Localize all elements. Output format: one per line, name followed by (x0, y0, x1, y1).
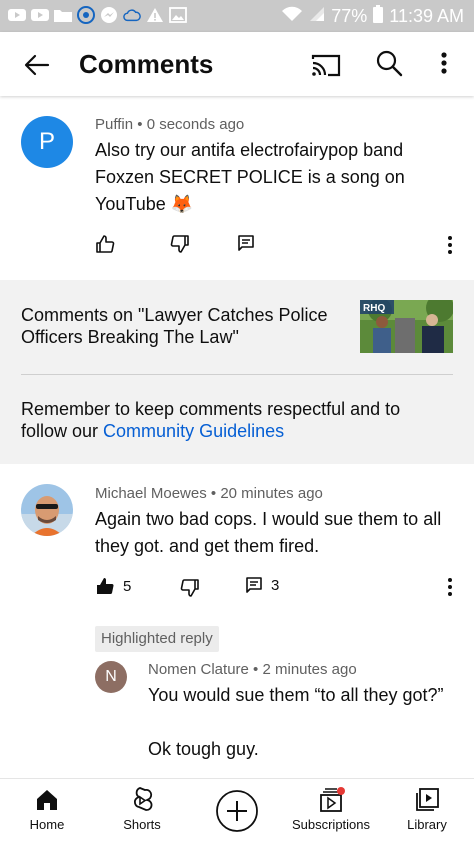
comment-item: Michael Moewes • 20 minutes ago Again tw… (0, 464, 474, 624)
image-notification-icon (169, 6, 187, 24)
avatar[interactable]: P (21, 116, 73, 168)
divider (21, 374, 453, 375)
shorts-icon (134, 787, 153, 811)
comment-actions: 5 3 (0, 574, 474, 602)
page-title: Comments (79, 49, 214, 79)
thumbs-up-filled-icon (97, 578, 114, 595)
like-button[interactable] (95, 234, 115, 254)
reply-text-line2: Ok tough guy. (148, 739, 259, 759)
like-button[interactable]: 5 (95, 576, 131, 596)
comment-more-icon[interactable] (440, 234, 460, 256)
comment-time: 20 minutes ago (220, 485, 323, 502)
thumbs-down-icon (170, 235, 189, 253)
avatar[interactable] (21, 484, 73, 536)
status-bar: 77% 11:39 AM (0, 0, 474, 32)
nav-label: Library (407, 817, 447, 832)
video-info-section: Comments on "Lawyer Catches Police Offic… (0, 280, 474, 464)
comment-author[interactable]: Michael Moewes (95, 485, 207, 502)
comment-item: P Puffin • 0 seconds ago Also try our an… (0, 96, 474, 280)
cast-icon[interactable] (310, 50, 342, 80)
nav-shorts[interactable]: Shorts (87, 787, 197, 832)
reply-item: N Nomen Clature • 2 minutes ago You woul… (0, 656, 474, 778)
comment-meta: Michael Moewes • 20 minutes ago (95, 485, 323, 502)
nav-subscriptions[interactable]: Subscriptions (276, 787, 386, 832)
thumbs-up-icon (96, 235, 115, 253)
nav-label: Subscriptions (291, 817, 371, 832)
nav-label: Home (29, 817, 65, 832)
pinterest-notification-icon (77, 6, 95, 24)
avatar-letter: P (38, 128, 55, 155)
comment-meta: Puffin • 0 seconds ago (95, 116, 244, 133)
clock: 11:39 AM (389, 6, 464, 26)
search-icon[interactable] (374, 48, 404, 78)
avatar-letter: N (105, 668, 117, 685)
community-guidelines-link[interactable]: Community Guidelines (103, 421, 284, 441)
avatar[interactable]: N (95, 661, 127, 693)
highlighted-reply-badge: Highlighted reply (95, 626, 219, 652)
youtube-notification-icon (31, 6, 49, 24)
video-thumbnail[interactable]: RHQ (360, 300, 453, 353)
comment-text: Also try our antifa electrofairypop band… (95, 140, 405, 214)
nav-label: Shorts (123, 817, 161, 832)
bottom-navigation: Home Shorts Subscriptions Library (0, 778, 474, 842)
signal-icon (309, 6, 325, 27)
home-icon (37, 790, 57, 810)
like-count: 5 (123, 577, 132, 595)
thumbs-down-icon (180, 579, 199, 597)
notification-icons (8, 6, 187, 24)
dislike-button[interactable] (170, 234, 190, 254)
nav-library[interactable]: Library (372, 787, 474, 832)
thumb-badge: RHQ (363, 303, 385, 314)
comment-time: 0 seconds ago (146, 116, 245, 133)
reply-button[interactable] (237, 234, 255, 252)
battery-percent: 77% (331, 6, 368, 26)
meta-separator: • (206, 485, 221, 502)
comment-author[interactable]: Puffin (95, 116, 133, 133)
status-indicators: 77% 11:39 AM (281, 5, 464, 28)
back-arrow-icon[interactable] (22, 50, 52, 80)
reply-comment-icon (246, 577, 262, 593)
youtube-notification-icon (8, 6, 26, 24)
dislike-button[interactable] (180, 578, 200, 598)
reply-text-line1: You would sue them “to all they got?” (148, 685, 444, 705)
create-plus-icon (216, 790, 258, 832)
meta-separator: • (133, 116, 147, 133)
comment-text: Again two bad cops. I would sue them to … (95, 509, 442, 556)
reply-count: 3 (271, 576, 280, 594)
reply-comment-icon (238, 235, 254, 251)
library-icon (416, 788, 439, 811)
video-title: Comments on "Lawyer Catches Police Offic… (21, 305, 328, 347)
reply-button[interactable]: 3 (245, 576, 279, 594)
app-bar: Comments (0, 32, 474, 96)
comment-actions (0, 232, 474, 260)
battery-icon (373, 5, 384, 28)
wifi-icon (281, 6, 303, 27)
meta-separator: • (248, 661, 263, 678)
reply-meta: Nomen Clature • 2 minutes ago (148, 661, 357, 678)
warning-notification-icon (146, 6, 164, 24)
reply-author[interactable]: Nomen Clature (148, 661, 249, 678)
cloud-notification-icon (123, 6, 141, 24)
comment-more-icon[interactable] (440, 576, 460, 598)
reply-time: 2 minutes ago (262, 661, 357, 678)
folder-notification-icon (54, 6, 72, 24)
messenger-notification-icon (100, 6, 118, 24)
more-vert-icon[interactable] (434, 48, 454, 78)
guidelines-reminder: Remember to keep comments respectful and… (21, 398, 441, 442)
subscriptions-icon (320, 787, 345, 812)
